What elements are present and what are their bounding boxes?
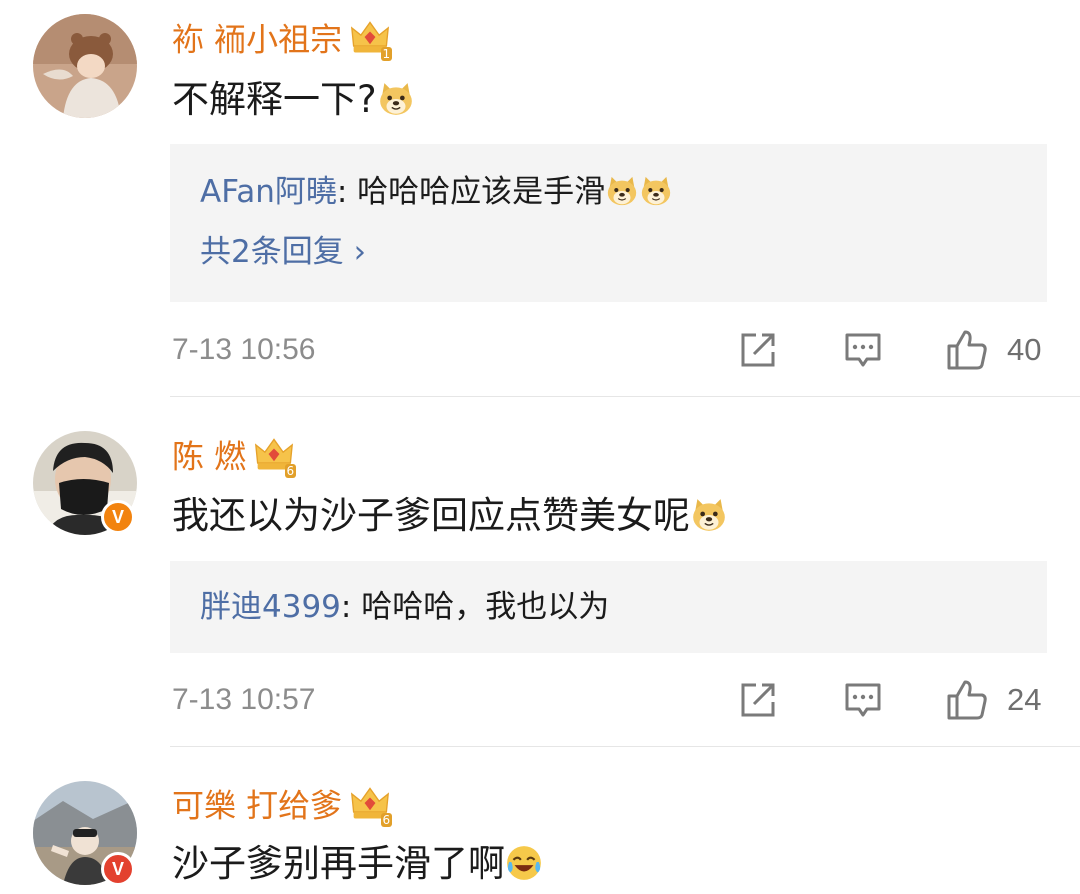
reply-text: 哈哈哈应该是手滑 bbox=[357, 174, 606, 210]
comment-icon[interactable] bbox=[843, 330, 883, 370]
comment-time: 7-13 10:57 bbox=[172, 683, 316, 716]
username-text[interactable]: 可樂 打给爹 bbox=[172, 787, 342, 825]
reply-item: AFan阿曉: 哈哈哈应该是手滑 bbox=[200, 172, 673, 218]
doge-emoji-icon bbox=[690, 496, 728, 546]
username-text[interactable]: 袮 袻小祖宗 bbox=[172, 21, 342, 59]
avatar[interactable] bbox=[33, 14, 137, 118]
view-all-replies-link[interactable]: 共2条回复 › bbox=[200, 232, 366, 272]
reply-preview-box[interactable]: AFan阿曉: 哈哈哈应该是手滑 共2条回复 › bbox=[170, 144, 1047, 302]
username[interactable]: 可樂 打给爹 6 bbox=[172, 784, 393, 831]
thumbs-up-icon[interactable] bbox=[945, 678, 989, 722]
comment-text-content: 沙子爹别再手滑了啊 bbox=[172, 842, 505, 885]
laugh-cry-emoji-icon bbox=[505, 844, 543, 894]
comment-icon[interactable] bbox=[843, 680, 883, 720]
comment-text: 不解释一下? bbox=[172, 76, 415, 130]
reply-item: 胖迪4399: 哈哈哈，我也以为 bbox=[200, 587, 609, 627]
thumbs-up-icon[interactable] bbox=[945, 328, 989, 372]
share-icon[interactable] bbox=[738, 680, 778, 720]
doge-emoji-icon bbox=[377, 80, 415, 130]
crown-icon: 6 bbox=[254, 435, 297, 482]
like-count: 24 bbox=[1007, 682, 1042, 717]
crown-level: 6 bbox=[284, 464, 297, 478]
reply-separator: : bbox=[336, 174, 358, 210]
username[interactable]: 陈 燃 6 bbox=[172, 435, 297, 482]
crown-icon: 6 bbox=[350, 784, 393, 831]
like-count: 40 bbox=[1007, 332, 1042, 367]
reply-username[interactable]: AFan阿曉 bbox=[200, 174, 337, 210]
divider bbox=[170, 746, 1080, 747]
doge-emoji-icon bbox=[639, 174, 673, 218]
comment-text: 我还以为沙子爹回应点赞美女呢 bbox=[172, 492, 728, 546]
verified-badge-icon: V bbox=[101, 852, 135, 886]
crown-icon: 1 bbox=[350, 18, 393, 65]
reply-text: 哈哈哈，我也以为 bbox=[361, 589, 610, 625]
reply-separator: : bbox=[340, 589, 362, 625]
comment-text-content: 不解释一下? bbox=[172, 78, 377, 121]
reply-preview-box[interactable]: 胖迪4399: 哈哈哈，我也以为 bbox=[170, 561, 1047, 653]
divider bbox=[170, 396, 1080, 397]
crown-level: 6 bbox=[380, 813, 393, 827]
crown-level: 1 bbox=[380, 47, 393, 61]
comment-text-content: 我还以为沙子爹回应点赞美女呢 bbox=[172, 494, 690, 537]
doge-emoji-icon bbox=[605, 174, 639, 218]
username[interactable]: 袮 袻小祖宗 1 bbox=[172, 18, 393, 65]
verified-badge-icon: V bbox=[101, 500, 135, 534]
comment-time: 7-13 10:56 bbox=[172, 333, 316, 366]
username-text[interactable]: 陈 燃 bbox=[172, 438, 246, 476]
share-icon[interactable] bbox=[738, 330, 778, 370]
reply-username[interactable]: 胖迪4399 bbox=[200, 589, 341, 625]
comment-text: 沙子爹别再手滑了啊 bbox=[172, 840, 543, 894]
